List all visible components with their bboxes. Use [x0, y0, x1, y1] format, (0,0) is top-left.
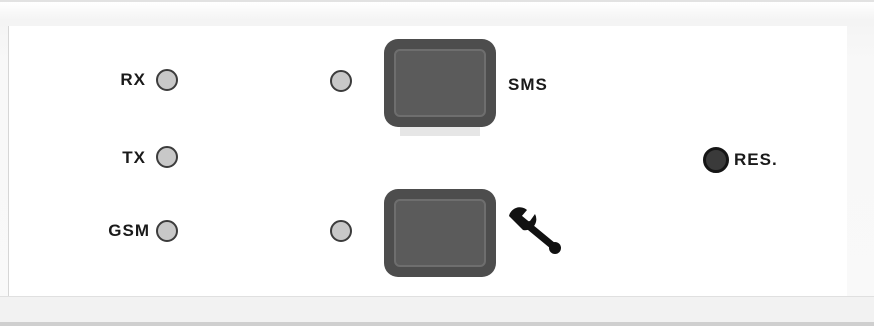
service-status-led	[330, 220, 352, 242]
rx-led	[156, 69, 178, 91]
device-front-panel: RX TX GSM SMS RES.	[0, 0, 874, 326]
sms-key-face	[394, 49, 486, 117]
tx-led	[156, 146, 178, 168]
wrench-icon	[509, 207, 561, 254]
service-key[interactable]	[384, 189, 496, 277]
tx-label: TX	[122, 148, 146, 167]
sms-status-led	[330, 70, 352, 92]
sms-key[interactable]	[384, 39, 496, 127]
rx-label: RX	[120, 70, 146, 89]
reset-label: RES.	[734, 150, 778, 169]
reset-button[interactable]	[703, 147, 729, 173]
sms-label: SMS	[508, 75, 548, 94]
gsm-led	[156, 220, 178, 242]
gsm-label: GSM	[108, 221, 150, 240]
sms-key-shadow	[400, 126, 480, 136]
service-key-face	[394, 199, 486, 267]
panel-bottom-strip	[0, 296, 874, 326]
